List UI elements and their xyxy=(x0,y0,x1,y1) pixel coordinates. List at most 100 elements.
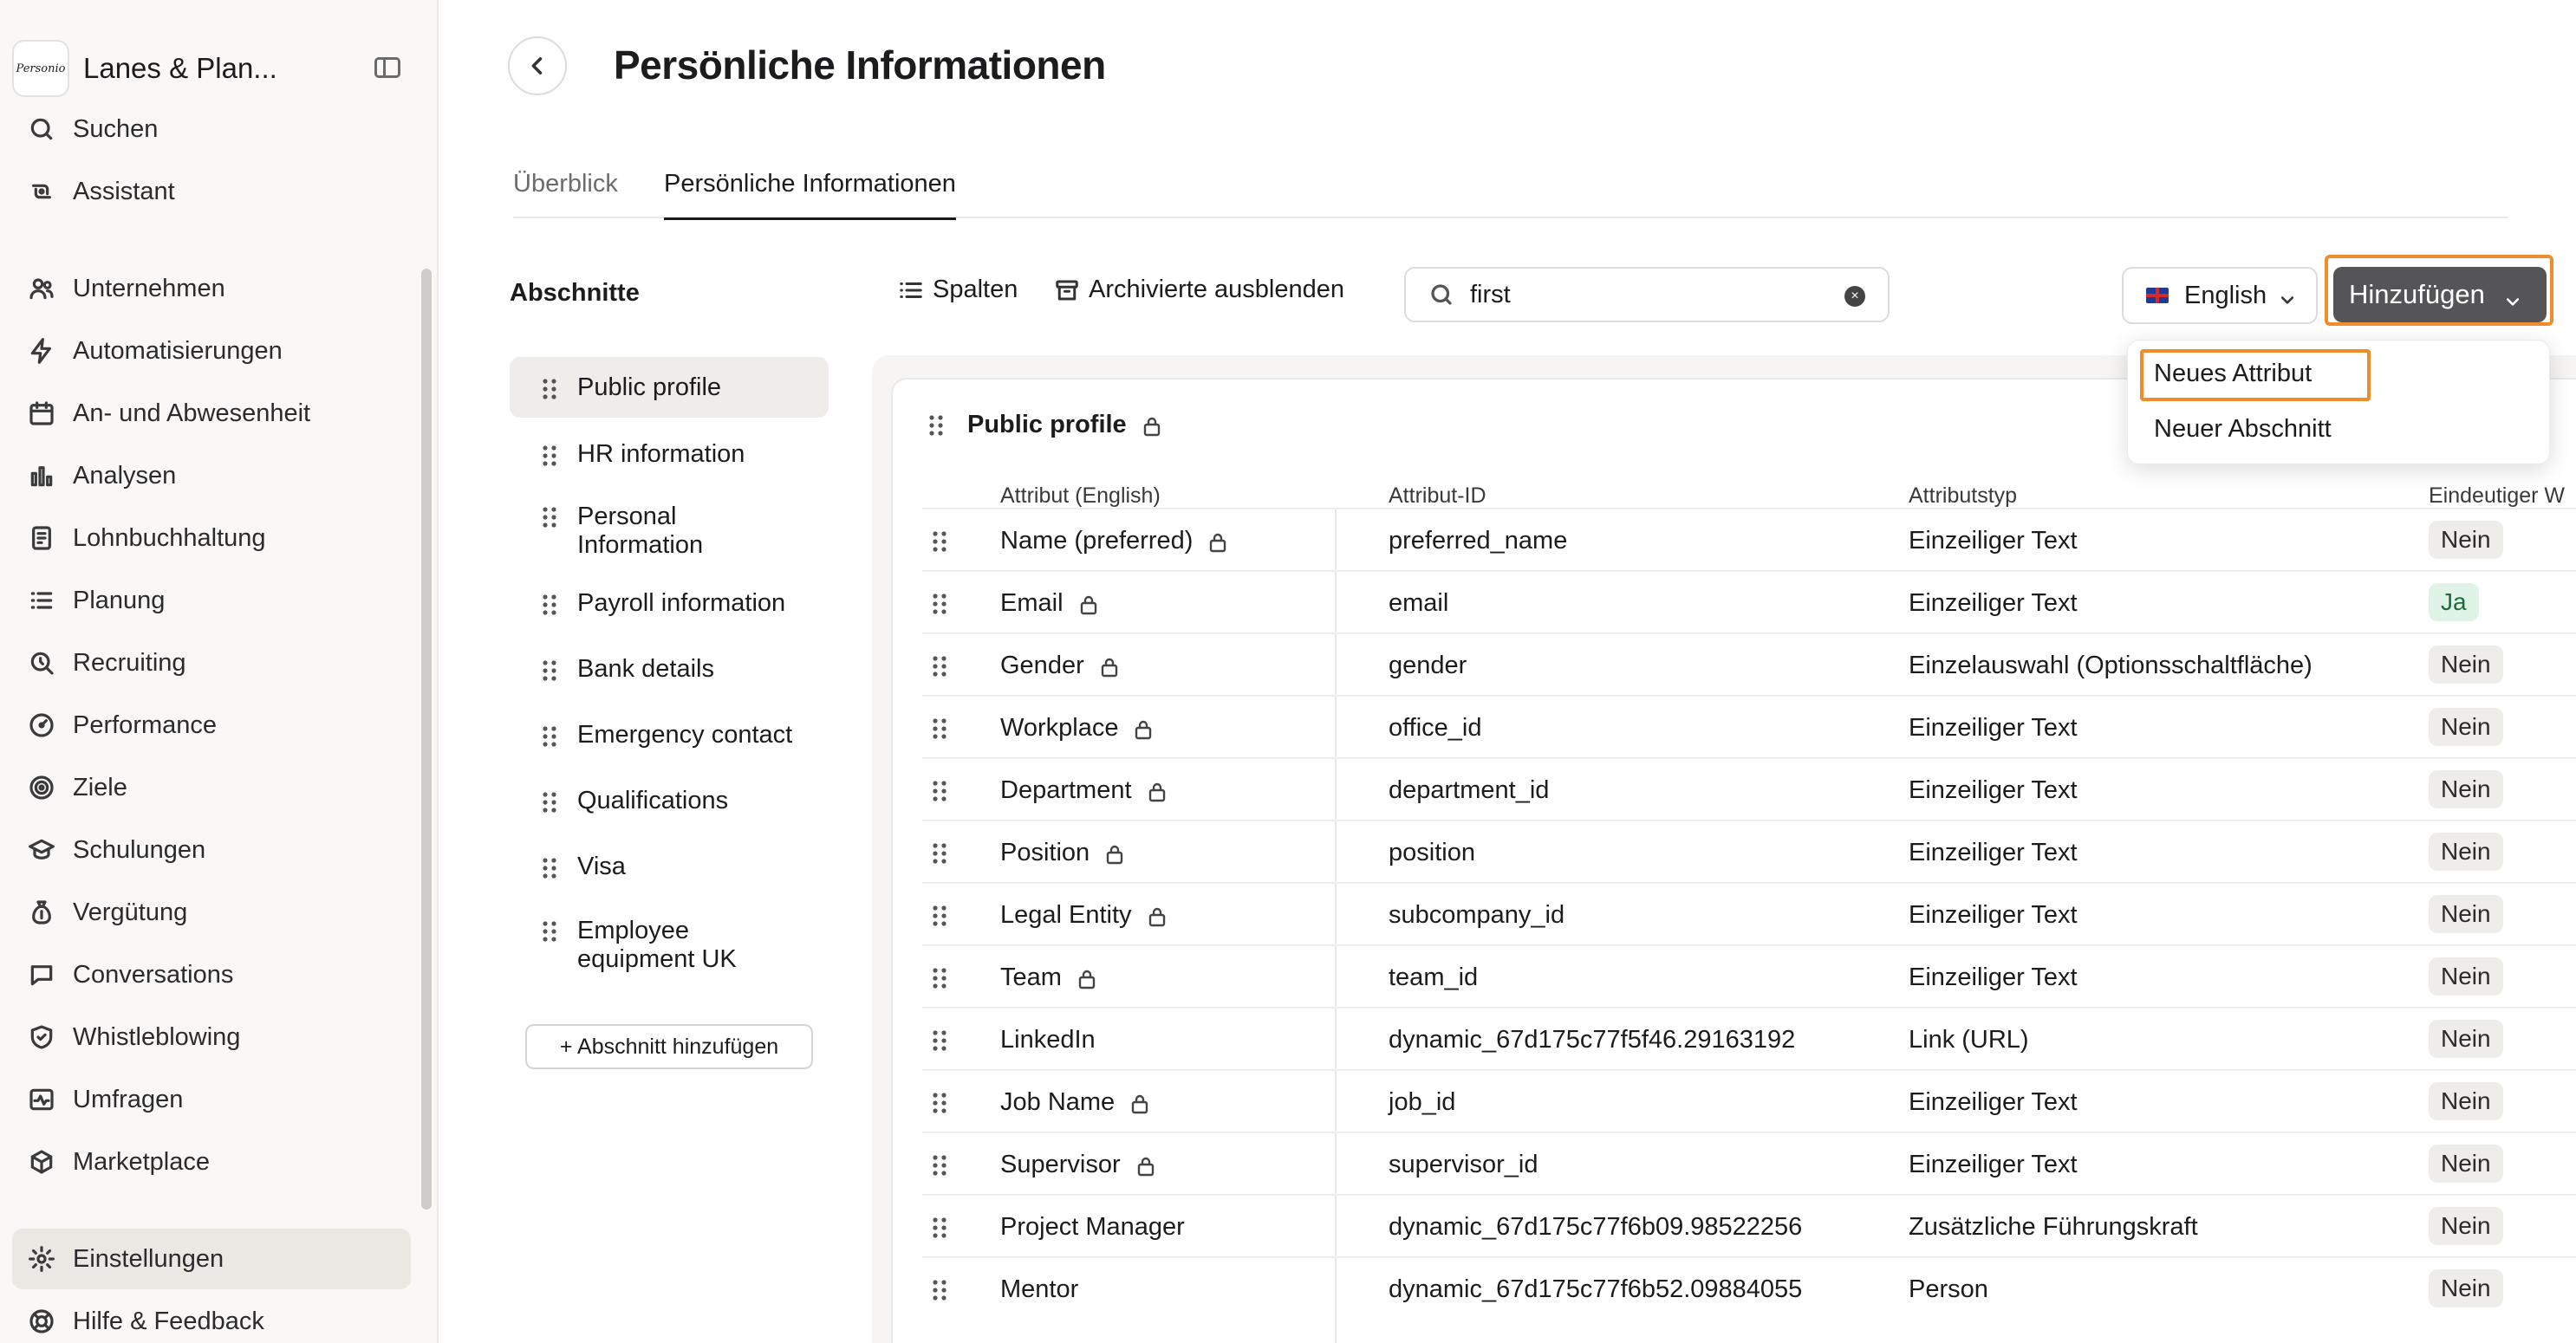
drag-handle-icon[interactable] xyxy=(931,905,948,927)
section-item[interactable]: Qualifications xyxy=(510,769,829,832)
drag-handle-icon[interactable] xyxy=(931,1154,948,1177)
search-input[interactable] xyxy=(1470,280,1834,309)
sidebar-item-an-und-abwesenheit[interactable]: An- und Abwesenheit xyxy=(12,383,411,444)
lock-icon xyxy=(1130,1093,1149,1114)
drag-handle-icon[interactable] xyxy=(931,1092,948,1114)
company-name[interactable]: Lanes & Plan... xyxy=(83,52,277,85)
column-header-unique[interactable]: Eindeutiger W xyxy=(2429,483,2565,509)
sidebar-item-schulungen[interactable]: Schulungen xyxy=(12,820,411,880)
sidebar-item-assistant[interactable]: Assistant xyxy=(12,161,411,222)
drag-handle-icon[interactable] xyxy=(931,842,948,865)
drag-handle-icon[interactable] xyxy=(541,725,558,748)
table-row[interactable]: Workplace office_id Einzeiliger Text Nein xyxy=(922,695,2576,757)
back-button[interactable] xyxy=(508,36,567,95)
table-row[interactable]: Email email Einzeiliger Text Ja xyxy=(922,570,2576,633)
section-item[interactable]: Employee equipment UK xyxy=(510,901,829,988)
section-item[interactable]: Public profile xyxy=(510,357,829,418)
sidebar-item-conversations[interactable]: Conversations xyxy=(12,944,411,1005)
drag-handle-icon[interactable] xyxy=(541,594,558,616)
sidebar-item-performance[interactable]: Performance xyxy=(12,695,411,756)
sidebar-item-verg-tung[interactable]: Vergütung xyxy=(12,882,411,943)
drag-handle-icon[interactable] xyxy=(931,780,948,802)
attribute-type-cell: Person xyxy=(1909,1275,1988,1303)
section-item[interactable]: Personal Information xyxy=(510,487,829,574)
drag-handle-icon[interactable] xyxy=(931,655,948,678)
sidebar-item-lohnbuchhaltung[interactable]: Lohnbuchhaltung xyxy=(12,508,411,568)
table-row[interactable]: Team team_id Einzeiliger Text Nein xyxy=(922,944,2576,1007)
drag-handle-icon[interactable] xyxy=(927,414,945,437)
attribute-name: Mentor xyxy=(1000,1275,1079,1303)
sidebar-item-unternehmen[interactable]: Unternehmen xyxy=(12,258,411,319)
search-icon xyxy=(1431,284,1452,305)
table-row[interactable]: Project Manager dynamic_67d175c77f6b09.98… xyxy=(922,1194,2576,1256)
sidebar-item-suchen[interactable]: Suchen xyxy=(12,99,411,159)
company-logo[interactable]: Personio xyxy=(12,40,69,97)
table-row[interactable]: LinkedIn dynamic_67d175c77f5f46.29163192 L… xyxy=(922,1007,2576,1069)
sidebar-item-analysen[interactable]: Analysen xyxy=(12,445,411,506)
search-field[interactable]: × xyxy=(1404,267,1890,322)
sidebar-item-whistleblowing[interactable]: Whistleblowing xyxy=(12,1007,411,1067)
sidebar-item-recruiting[interactable]: Recruiting xyxy=(12,633,411,693)
drag-handle-icon[interactable] xyxy=(931,1279,948,1301)
bar-chart-icon xyxy=(28,462,55,490)
drag-handle-icon[interactable] xyxy=(931,1029,948,1052)
drag-handle-icon[interactable] xyxy=(931,1216,948,1239)
tab-overview[interactable]: Überblick xyxy=(513,170,618,217)
sidebar-toggle-icon[interactable] xyxy=(374,57,400,78)
menu-item-new-section[interactable]: Neuer Abschnitt xyxy=(2154,415,2332,444)
column-header-attribute[interactable]: Attribut (English) xyxy=(1000,483,1161,509)
drag-handle-icon[interactable] xyxy=(931,967,948,989)
section-item[interactable]: Bank details xyxy=(510,638,829,700)
add-section-button[interactable]: + Abschnitt hinzufügen xyxy=(525,1024,813,1069)
table-row[interactable]: Mentor dynamic_67d175c77f6b52.09884055 Per… xyxy=(922,1256,2576,1319)
drag-handle-icon[interactable] xyxy=(541,378,558,400)
sidebar-item-label: Recruiting xyxy=(73,648,186,677)
table-row[interactable]: Gender gender Einzelauswahl (Optionsschalt… xyxy=(922,633,2576,695)
sidebar-item-hilfe-feedback[interactable]: Hilfe & Feedback xyxy=(12,1291,411,1343)
section-item[interactable]: HR information xyxy=(510,423,829,485)
tab-personal-information[interactable]: Persönliche Informationen xyxy=(664,170,956,220)
column-header-attribute-id[interactable]: Attribut-ID xyxy=(1389,483,1486,509)
hide-archived-button[interactable]: Archivierte ausblenden xyxy=(1054,276,1344,304)
drag-handle-icon[interactable] xyxy=(931,593,948,615)
drag-handle-icon[interactable] xyxy=(541,659,558,682)
sidebar-item-umfragen[interactable]: Umfragen xyxy=(12,1069,411,1130)
section-item[interactable]: Payroll information xyxy=(510,572,829,634)
sidebar-item-einstellungen[interactable]: Einstellungen xyxy=(12,1229,411,1289)
section-item[interactable]: Emergency contact xyxy=(510,704,829,766)
chevron-left-icon xyxy=(531,57,543,75)
attribute-name: Department xyxy=(1000,776,1132,804)
drag-handle-icon[interactable] xyxy=(541,920,558,943)
attribute-name: Supervisor xyxy=(1000,1151,1121,1178)
clear-search-icon[interactable]: × xyxy=(1844,286,1865,307)
table-row[interactable]: Position position Einzeiliger Text Nein xyxy=(922,820,2576,882)
section-item[interactable]: Visa xyxy=(510,835,829,898)
drag-handle-icon[interactable] xyxy=(931,717,948,740)
section-item-label: Visa xyxy=(577,852,626,880)
sidebar-item-ziele[interactable]: Ziele xyxy=(12,757,411,818)
attribute-id-cell: supervisor_id xyxy=(1389,1151,1538,1178)
table-row[interactable]: Legal Entity subcompany_id Einzeiliger Tex… xyxy=(922,882,2576,944)
drag-handle-icon[interactable] xyxy=(541,857,558,879)
language-value: English xyxy=(2184,281,2267,309)
sidebar-item-marketplace[interactable]: Marketplace xyxy=(12,1132,411,1192)
table-row[interactable]: Supervisor supervisor_id Einzeiliger Text N… xyxy=(922,1132,2576,1194)
columns-button[interactable]: Spalten xyxy=(898,276,1018,304)
table-row[interactable]: Name (preferred) preferred_name Einzeilige… xyxy=(922,508,2576,570)
hide-archived-label: Archivierte ausblenden xyxy=(1089,276,1345,303)
drag-handle-icon[interactable] xyxy=(541,444,558,467)
drag-handle-icon[interactable] xyxy=(541,506,558,529)
sidebar-item-planung[interactable]: Planung xyxy=(12,570,411,631)
column-header-attribute-type[interactable]: Attributstyp xyxy=(1909,483,2017,509)
attribute-type-cell: Einzeiliger Text xyxy=(1909,901,2078,929)
table-row[interactable]: Department department_id Einzeiliger Text N… xyxy=(922,757,2576,820)
table-row[interactable]: Job Name job_id Einzeiliger Text Nein xyxy=(922,1069,2576,1132)
drag-handle-icon[interactable] xyxy=(931,530,948,553)
add-button[interactable]: Hinzufügen xyxy=(2333,267,2547,322)
sidebar-item-automatisierungen[interactable]: Automatisierungen xyxy=(12,321,411,381)
sidebar-scrollbar[interactable] xyxy=(421,269,432,1210)
language-select[interactable]: English xyxy=(2122,267,2318,324)
menu-item-new-attribute[interactable]: Neues Attribut xyxy=(2154,360,2312,388)
attribute-name-cell: Gender xyxy=(1000,652,1119,680)
drag-handle-icon[interactable] xyxy=(541,791,558,814)
